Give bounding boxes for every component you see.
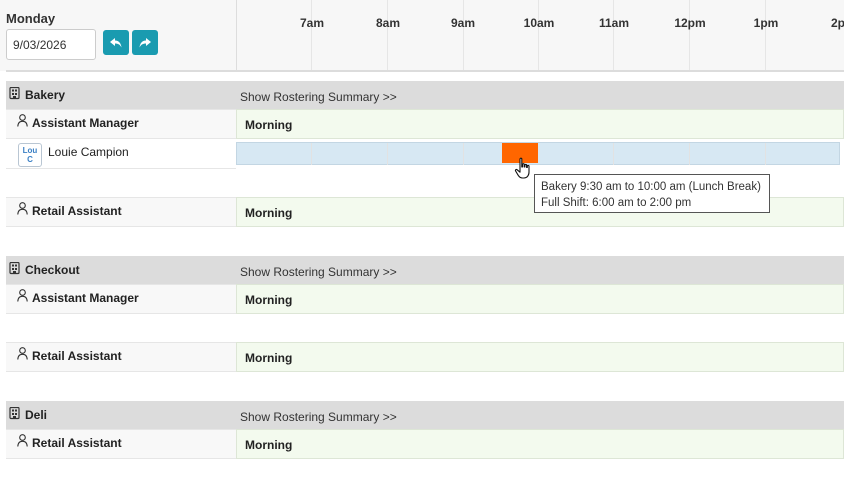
hour-label: 2p bbox=[830, 16, 844, 30]
hour-label: 8am bbox=[375, 16, 401, 30]
user-outline-icon bbox=[17, 347, 28, 360]
hour-gridline bbox=[765, 143, 766, 165]
shift-slot[interactable] bbox=[236, 109, 844, 139]
building-icon bbox=[9, 407, 20, 420]
shift-label: Morning bbox=[245, 293, 293, 307]
hour-gridline bbox=[613, 143, 614, 165]
shift-slot[interactable] bbox=[236, 342, 844, 372]
avatar-initials: Lou bbox=[22, 146, 38, 155]
shift-tooltip: Bakery 9:30 am to 10:00 am (Lunch Break)… bbox=[534, 174, 770, 213]
header-divider bbox=[6, 70, 844, 72]
shift-label: Morning bbox=[245, 118, 293, 132]
show-rostering-summary-link[interactable]: Show Rostering Summary >> bbox=[240, 265, 397, 279]
hour-gridline bbox=[689, 0, 690, 71]
avatar-initials: C bbox=[27, 155, 33, 164]
department-name: Bakery bbox=[25, 88, 66, 102]
hour-label: 9am bbox=[450, 16, 476, 30]
date-field[interactable]: 9/03/2026 bbox=[6, 29, 96, 60]
user-outline-icon bbox=[17, 202, 28, 215]
hour-label: 12pm bbox=[674, 16, 706, 30]
hour-gridline bbox=[311, 0, 312, 71]
building-icon bbox=[9, 87, 20, 100]
role-name: Assistant Manager bbox=[32, 291, 139, 305]
redo-arrow-icon bbox=[139, 37, 151, 47]
shift-label: Morning bbox=[245, 206, 293, 220]
previous-day-button[interactable] bbox=[103, 30, 129, 55]
user-outline-icon bbox=[17, 434, 28, 447]
shift-slot[interactable] bbox=[236, 284, 844, 314]
role-name: Retail Assistant bbox=[32, 436, 122, 450]
tooltip-shift-line: Full Shift: 6:00 am to 2:00 pm bbox=[541, 197, 692, 209]
timeline-header bbox=[236, 0, 844, 71]
department-header-checkout bbox=[6, 256, 844, 284]
hour-gridline bbox=[689, 143, 690, 165]
tooltip-break-line: Bakery 9:30 am to 10:00 am (Lunch Break) bbox=[541, 181, 761, 193]
shift-label: Morning bbox=[245, 351, 293, 365]
shift-slot[interactable] bbox=[236, 429, 844, 459]
hour-gridline bbox=[311, 143, 312, 165]
next-day-button[interactable] bbox=[132, 30, 158, 55]
role-name: Retail Assistant bbox=[32, 349, 122, 363]
hour-gridline bbox=[613, 0, 614, 71]
department-name: Checkout bbox=[25, 263, 80, 277]
hour-gridline bbox=[387, 0, 388, 71]
hour-label: 7am bbox=[299, 16, 325, 30]
hand-pointer-icon bbox=[514, 157, 530, 179]
day-label: Monday bbox=[6, 11, 56, 26]
user-outline-icon bbox=[17, 289, 28, 302]
hour-label: 10am bbox=[523, 16, 555, 30]
avatar: Lou C bbox=[18, 143, 42, 167]
hour-label: 1pm bbox=[753, 16, 779, 30]
department-header-deli bbox=[6, 401, 844, 429]
show-rostering-summary-link[interactable]: Show Rostering Summary >> bbox=[240, 410, 397, 424]
department-name: Deli bbox=[25, 408, 48, 422]
staff-name: Louie Campion bbox=[48, 145, 129, 159]
role-name: Retail Assistant bbox=[32, 204, 122, 218]
hour-gridline bbox=[765, 0, 766, 71]
hour-gridline bbox=[387, 143, 388, 165]
hour-gridline bbox=[463, 143, 464, 165]
department-header-bakery bbox=[6, 81, 844, 109]
hour-gridline bbox=[463, 0, 464, 71]
show-rostering-summary-link[interactable]: Show Rostering Summary >> bbox=[240, 90, 397, 104]
hour-label: 11am bbox=[598, 16, 630, 30]
building-icon bbox=[9, 262, 20, 275]
role-name: Assistant Manager bbox=[32, 116, 139, 130]
undo-arrow-icon bbox=[110, 37, 122, 47]
shift-label: Morning bbox=[245, 438, 293, 452]
staff-shift-bar[interactable] bbox=[236, 142, 840, 165]
user-outline-icon bbox=[17, 114, 28, 127]
hour-gridline bbox=[538, 0, 539, 71]
